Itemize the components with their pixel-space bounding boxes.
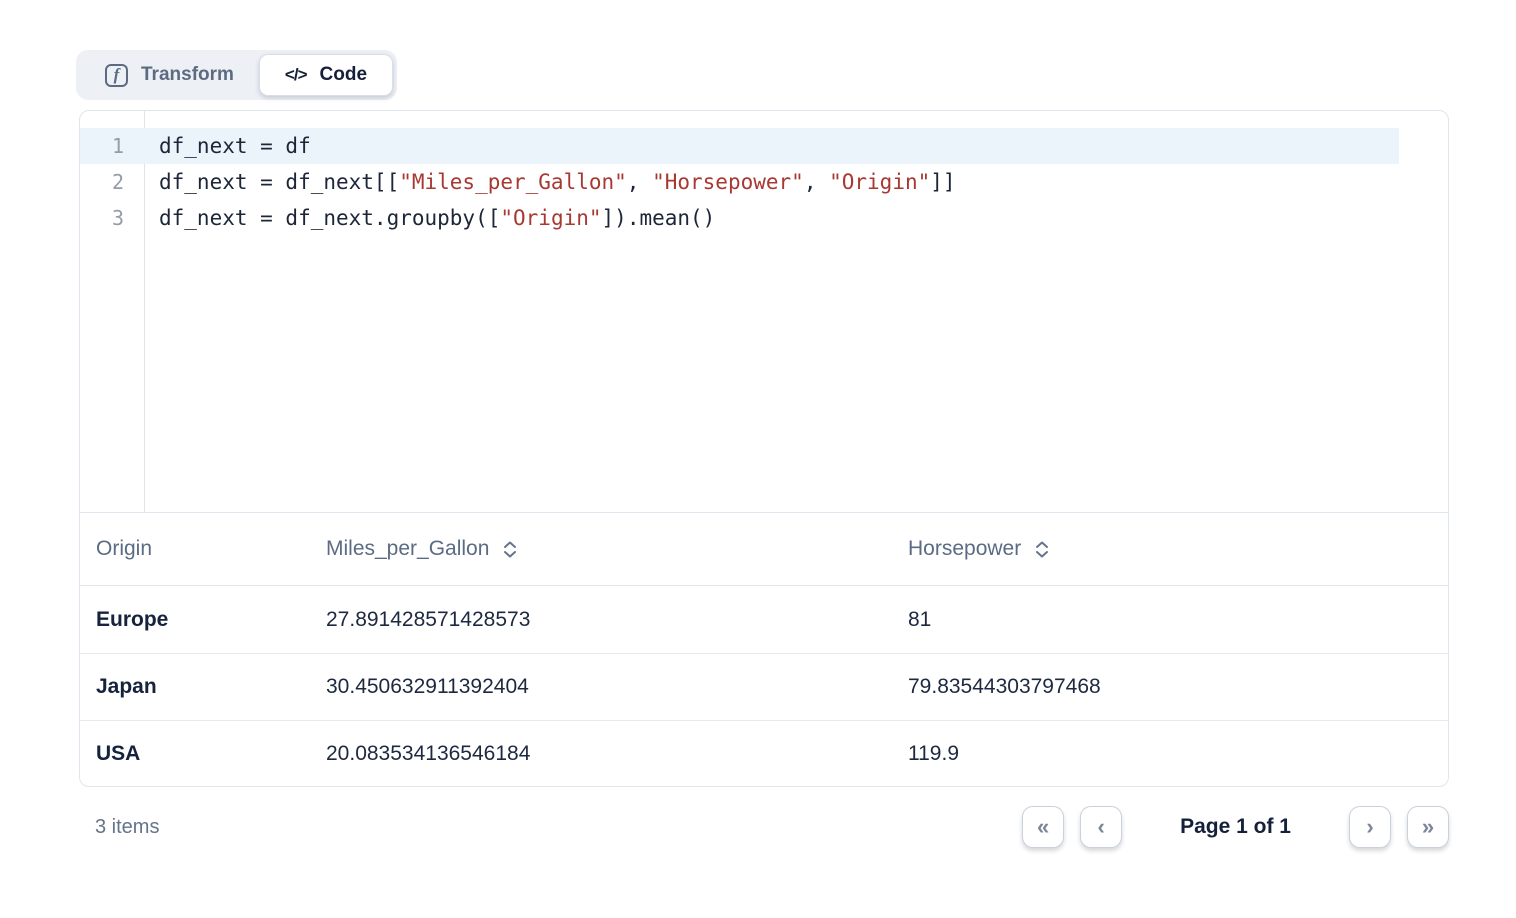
- sort-icon: [503, 541, 517, 558]
- code-text: df_next = df: [144, 128, 311, 164]
- column-header-origin: Origin: [80, 537, 310, 561]
- cell-origin: Japan: [80, 675, 310, 699]
- chevron-left-icon: ‹: [1097, 814, 1104, 840]
- cell-horsepower: 119.9: [892, 742, 1448, 766]
- main-panel: 1 df_next = df 2 df_next = df_next[["Mil…: [79, 110, 1449, 787]
- line-number: 1: [80, 128, 144, 164]
- tab-transform-label: Transform: [141, 64, 234, 86]
- cell-miles-per-gallon: 20.083534136546184: [310, 742, 892, 766]
- code-line: 1 df_next = df: [80, 128, 1448, 164]
- previous-page-button[interactable]: ‹: [1080, 806, 1122, 848]
- code-line: 3 df_next = df_next.groupby(["Origin"]).…: [80, 200, 1448, 236]
- function-icon: f: [105, 64, 128, 87]
- cell-miles-per-gallon: 27.891428571428573: [310, 608, 892, 632]
- items-count: 3 items: [79, 816, 159, 839]
- cell-origin: USA: [80, 742, 310, 766]
- page-indicator: Page 1 of 1: [1180, 815, 1291, 839]
- pagination: « ‹ Page 1 of 1 › »: [1022, 806, 1449, 848]
- next-page-button[interactable]: ›: [1349, 806, 1391, 848]
- first-page-button[interactable]: «: [1022, 806, 1064, 848]
- last-page-button[interactable]: »: [1407, 806, 1449, 848]
- tab-code[interactable]: </> Code: [259, 54, 393, 96]
- double-chevron-right-icon: »: [1422, 814, 1434, 840]
- tab-code-label: Code: [320, 64, 368, 86]
- line-number: 3: [80, 200, 144, 236]
- code-editor[interactable]: 1 df_next = df 2 df_next = df_next[["Mil…: [80, 111, 1448, 513]
- code-text: df_next = df_next.groupby(["Origin"]).me…: [144, 200, 715, 236]
- table-header-row: Origin Miles_per_Gallon Horsepower: [80, 513, 1448, 586]
- code-line: 2 df_next = df_next[["Miles_per_Gallon",…: [80, 164, 1448, 200]
- cell-origin: Europe: [80, 608, 310, 632]
- chevron-right-icon: ›: [1366, 814, 1373, 840]
- cell-miles-per-gallon: 30.450632911392404: [310, 675, 892, 699]
- double-chevron-left-icon: «: [1037, 814, 1049, 840]
- table-footer: 3 items « ‹ Page 1 of 1 › »: [79, 787, 1449, 867]
- cell-horsepower: 81: [892, 608, 1448, 632]
- table-row: Europe 27.891428571428573 81: [80, 586, 1448, 653]
- column-header-horsepower[interactable]: Horsepower: [892, 537, 1448, 561]
- sort-icon: [1035, 541, 1049, 558]
- code-icon: </>: [285, 65, 307, 85]
- tab-transform[interactable]: f Transform: [80, 54, 259, 96]
- cell-horsepower: 79.83544303797468: [892, 675, 1448, 699]
- table-row: Japan 30.450632911392404 79.835443037974…: [80, 653, 1448, 720]
- view-tabbar: f Transform </> Code: [76, 50, 397, 100]
- column-header-miles-per-gallon[interactable]: Miles_per_Gallon: [310, 537, 892, 561]
- table-row: USA 20.083534136546184 119.9: [80, 720, 1448, 787]
- code-text: df_next = df_next[["Miles_per_Gallon", "…: [144, 164, 956, 200]
- line-number: 2: [80, 164, 144, 200]
